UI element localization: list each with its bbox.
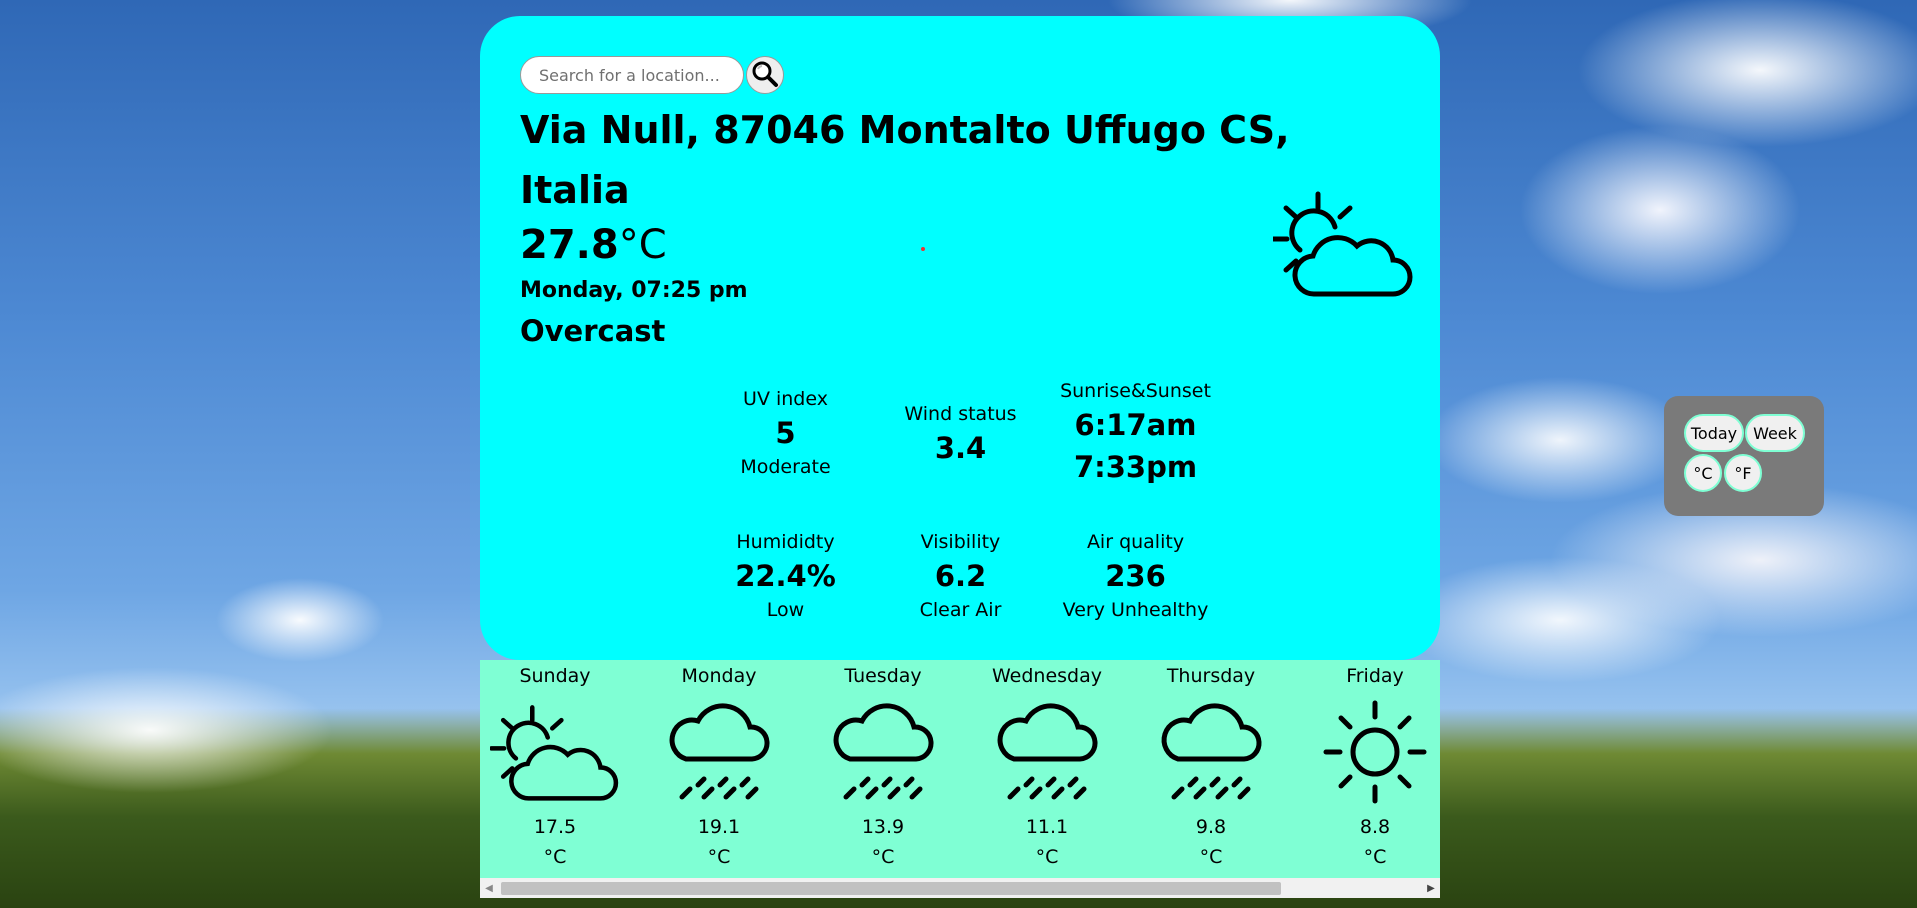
forecast-day: Monday 19.1 °C xyxy=(644,660,794,872)
current-temperature: 27.8°C xyxy=(520,220,667,270)
forecast-temp: 13.9 xyxy=(861,816,905,838)
forecast-temp: 17.5 xyxy=(533,816,577,838)
partly-cloudy-icon xyxy=(1270,188,1413,302)
forecast-day-name: Wednesday xyxy=(991,665,1102,687)
humidity-status: Low xyxy=(766,599,805,621)
search-bar xyxy=(520,56,784,94)
sun-icon xyxy=(1300,692,1440,812)
humidity-value: 22.4% xyxy=(735,559,836,593)
horizontal-scrollbar[interactable]: ◀ ▶ xyxy=(480,878,1440,898)
humidity-label: Humididty xyxy=(736,531,835,553)
sunset-time: 7:33pm xyxy=(1073,450,1198,484)
forecast-day: Wednesday 11.1 °C xyxy=(972,660,1122,872)
temperature-unit: °C xyxy=(618,222,667,268)
forecast-unit: °C xyxy=(543,846,567,868)
visibility-card: Visibility 6.2 Clear Air xyxy=(873,529,1048,623)
forecast-unit: °C xyxy=(871,846,895,868)
forecast-unit: °C xyxy=(1363,846,1387,868)
wind-status-card: Wind status 3.4 xyxy=(873,401,1048,469)
air-quality-label: Air quality xyxy=(1086,531,1185,553)
air-quality-value: 236 xyxy=(1105,559,1166,593)
celsius-button[interactable]: °C xyxy=(1684,454,1722,492)
search-input[interactable] xyxy=(520,56,744,94)
forecast-unit: °C xyxy=(1035,846,1059,868)
rain-cloud-icon xyxy=(1136,692,1286,812)
view-controls: Today Week °C °F xyxy=(1664,396,1824,516)
scrollbar-thumb[interactable] xyxy=(501,882,1281,895)
search-icon xyxy=(751,60,779,91)
scroll-left-arrow-icon[interactable]: ◀ xyxy=(480,878,498,898)
forecast-day-name: Monday xyxy=(681,665,757,687)
forecast-temp: 8.8 xyxy=(1359,816,1391,838)
forecast-day-name: Thursday xyxy=(1166,665,1256,687)
forecast-temp: 11.1 xyxy=(1025,816,1069,838)
uv-index-label: UV index xyxy=(743,388,828,410)
rain-cloud-icon xyxy=(972,692,1122,812)
uv-index-card: UV index 5 Moderate xyxy=(698,386,873,480)
sunrise-time: 6:17am xyxy=(1074,408,1197,442)
uv-index-value: 5 xyxy=(775,416,796,450)
forecast-day: Friday 8.8 °C xyxy=(1300,660,1440,872)
rain-cloud-icon xyxy=(644,692,794,812)
sunrise-sunset-label: Sunrise&Sunset xyxy=(1060,380,1211,402)
rain-cloud-icon xyxy=(808,692,958,812)
temperature-value: 27.8 xyxy=(520,222,619,268)
week-button[interactable]: Week xyxy=(1745,414,1805,452)
fahrenheit-button[interactable]: °F xyxy=(1724,454,1762,492)
wind-status-label: Wind status xyxy=(904,403,1017,425)
current-datetime: Monday, 07:25 pm xyxy=(520,278,748,303)
wind-status-value: 3.4 xyxy=(934,431,987,465)
weekly-forecast[interactable]: Sunday 17.5 °C Monday 19.1 °C Tuesday 13… xyxy=(480,660,1440,898)
marker-dot xyxy=(921,247,925,251)
forecast-temp: 9.8 xyxy=(1195,816,1227,838)
sunrise-sunset-card: Sunrise&Sunset 6:17am 7:33pm xyxy=(1048,378,1223,488)
today-button[interactable]: Today xyxy=(1684,414,1744,452)
forecast-day: Tuesday 13.9 °C xyxy=(808,660,958,872)
uv-index-status: Moderate xyxy=(740,456,831,478)
air-quality-status: Very Unhealthy xyxy=(1062,599,1209,621)
forecast-day-name: Sunday xyxy=(519,665,591,687)
forecast-day: Thursday 9.8 °C xyxy=(1136,660,1286,872)
forecast-day-name: Tuesday xyxy=(844,665,922,687)
visibility-value: 6.2 xyxy=(934,559,987,593)
forecast-day-name: Friday xyxy=(1346,665,1404,687)
air-quality-card: Air quality 236 Very Unhealthy xyxy=(1048,529,1223,623)
weather-card: Via Null, 87046 Montalto Uffugo CS, Ital… xyxy=(480,16,1440,660)
location-title: Via Null, 87046 Montalto Uffugo CS, Ital… xyxy=(520,108,1290,212)
current-condition: Overcast xyxy=(520,314,666,348)
partly-cloudy-icon xyxy=(480,692,630,812)
forecast-temp: 19.1 xyxy=(697,816,741,838)
forecast-unit: °C xyxy=(1199,846,1223,868)
search-button[interactable] xyxy=(746,56,784,94)
scroll-right-arrow-icon[interactable]: ▶ xyxy=(1422,878,1440,898)
forecast-unit: °C xyxy=(707,846,731,868)
humidity-card: Humididty 22.4% Low xyxy=(698,529,873,623)
forecast-day: Sunday 17.5 °C xyxy=(480,660,630,872)
visibility-status: Clear Air xyxy=(919,599,1002,621)
visibility-label: Visibility xyxy=(920,531,1001,553)
